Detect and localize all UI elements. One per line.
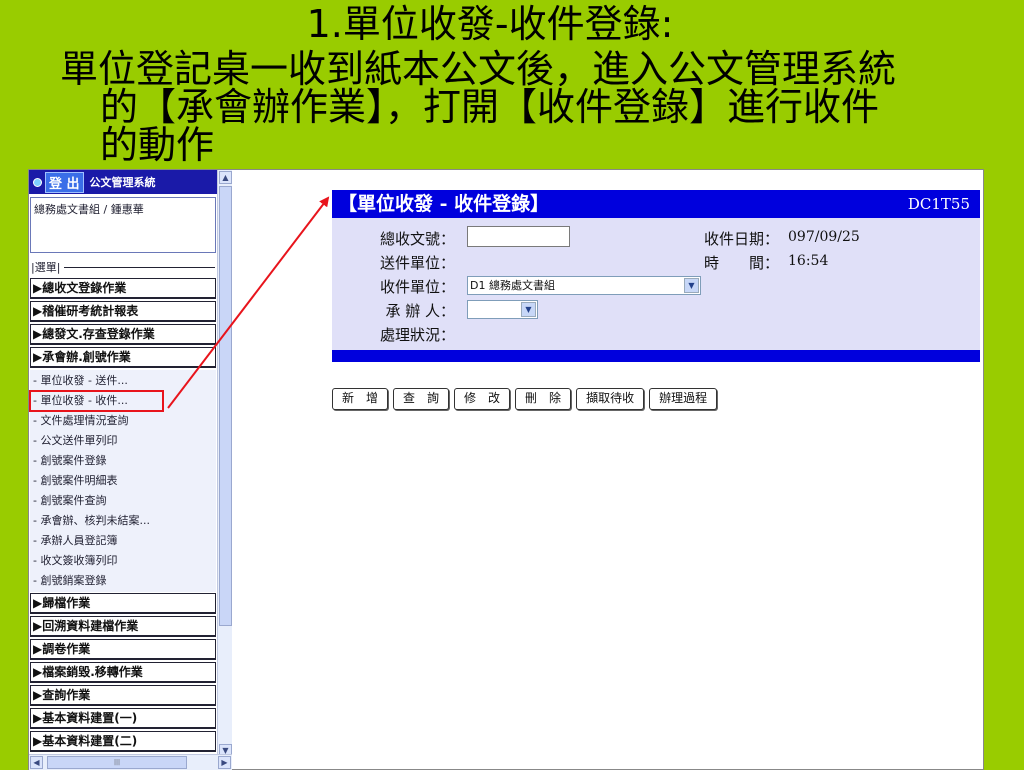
- form-code: DC1T55: [907, 195, 970, 213]
- submenu-list: - 單位收發 - 送件... - 單位收發 - 收件... - 文件處理情況查詢…: [29, 370, 216, 592]
- edit-button[interactable]: 修 改: [454, 388, 511, 410]
- menu-category[interactable]: ▶基本資料建置(二): [30, 731, 216, 752]
- receiver-unit-label: 收件單位：: [379, 278, 455, 296]
- time-label: 時 間：: [704, 254, 780, 272]
- time-value: 16:54: [788, 253, 829, 269]
- slide-body-line-2: 的【承會辦作業】，打開【收件登錄】進行收件: [100, 85, 880, 129]
- submenu-item[interactable]: - 承會辦、核判未結案...: [30, 511, 216, 531]
- menu-category[interactable]: ▶查詢作業: [30, 685, 216, 706]
- submenu-item[interactable]: - 承辦人員登記簿: [30, 531, 216, 551]
- sidebar-vertical-scrollbar[interactable]: ▲ ▼: [217, 170, 233, 758]
- slide-body-line-3: 的動作: [100, 123, 215, 167]
- menu-category[interactable]: ▶歸檔作業: [30, 593, 216, 614]
- slide-title: 1.單位收發-收件登錄:: [306, 2, 674, 46]
- sidebar-header: 登 出 公文管理系統: [29, 170, 217, 194]
- recv-date-value: 097/09/25: [788, 229, 860, 245]
- main-panel: 【單位收發 - 收件登錄】 DC1T55 總收文號： 送件單位： 收件單位： D…: [232, 170, 983, 769]
- user-info: 總務處文書組 / 鍾惠華: [30, 197, 216, 253]
- delete-button[interactable]: 刪 除: [515, 388, 572, 410]
- status-label: 處理狀況：: [379, 326, 455, 344]
- query-button[interactable]: 查 詢: [393, 388, 450, 410]
- fetch-pending-button[interactable]: 擷取待收: [576, 388, 645, 410]
- action-buttons: 新 增 查 詢 修 改 刪 除 擷取待收 辦理過程: [332, 388, 718, 410]
- logout-label: 登 出: [45, 171, 84, 193]
- submenu-item[interactable]: - 文件處理情況查詢: [30, 411, 216, 431]
- submenu-item[interactable]: - 創號銷案登錄: [30, 571, 216, 591]
- process-history-button[interactable]: 辦理過程: [649, 388, 718, 410]
- menu-category[interactable]: ▶檔案銷毀.移轉作業: [30, 662, 216, 683]
- scroll-right-icon[interactable]: ▶: [218, 756, 231, 769]
- handler-label: 承 辦 人：: [385, 302, 455, 320]
- menu-category[interactable]: ▶回溯資料建檔作業: [30, 616, 216, 637]
- submenu-item[interactable]: - 單位收發 - 送件...: [30, 371, 216, 391]
- submenu-item[interactable]: - 收文簽收簿列印: [30, 551, 216, 571]
- chevron-down-icon[interactable]: ▼: [521, 302, 536, 317]
- recv-date-label: 收件日期：: [704, 230, 780, 248]
- chevron-down-icon[interactable]: ▼: [684, 278, 699, 293]
- menu-divider: [64, 266, 215, 268]
- app-window: 登 出 公文管理系統 總務處文書組 / 鍾惠華 |選單| ▶總收文登錄作業 ▶稽…: [28, 169, 984, 770]
- menu-category[interactable]: ▶基本資料建置(一): [30, 708, 216, 729]
- scroll-left-icon[interactable]: ◀: [30, 756, 43, 769]
- receiver-unit-select[interactable]: D1 總務處文書組 ▼: [467, 276, 701, 295]
- scroll-thumb-horizontal[interactable]: |||: [47, 756, 187, 769]
- receiver-unit-value: D1 總務處文書組: [470, 279, 555, 292]
- total-doc-no-label: 總收文號：: [379, 230, 455, 248]
- menu-category-active[interactable]: ▶承會辦.創號作業: [30, 347, 216, 368]
- total-doc-no-input[interactable]: [467, 226, 570, 247]
- receive-form: 總收文號： 送件單位： 收件單位： D1 總務處文書組 ▼ 承 辦 人： ▼ 處…: [332, 218, 980, 362]
- menu-category[interactable]: ▶總發文.存查登錄作業: [30, 324, 216, 345]
- add-button[interactable]: 新 增: [332, 388, 389, 410]
- form-title-bar: 【單位收發 - 收件登錄】 DC1T55: [332, 190, 980, 218]
- menu-category[interactable]: ▶調卷作業: [30, 639, 216, 660]
- slide-body-line-1: 單位登記桌一收到紙本公文後，進入公文管理系統: [60, 47, 897, 91]
- logout-button[interactable]: 登 出: [33, 171, 84, 193]
- menu-category[interactable]: ▶稽催研考統計報表: [30, 301, 216, 322]
- submenu-item[interactable]: - 創號案件登錄: [30, 451, 216, 471]
- sender-unit-label: 送件單位：: [379, 254, 455, 272]
- menu-category[interactable]: ▶總收文登錄作業: [30, 278, 216, 299]
- menu-header: |選單|: [29, 253, 217, 277]
- scroll-thumb[interactable]: [219, 186, 232, 626]
- form-title: 【單位收發 - 收件登錄】: [338, 193, 550, 215]
- handler-select[interactable]: ▼: [467, 300, 538, 319]
- submenu-item[interactable]: - 公文送件單列印: [30, 431, 216, 451]
- menu-label: |選單|: [31, 261, 61, 274]
- submenu-item[interactable]: - 創號案件查詢: [30, 491, 216, 511]
- slide-body: 單位登記桌一收到紙本公文後，進入公文管理系統 的【承會辦作業】，打開【收件登錄】…: [60, 50, 960, 164]
- submenu-item[interactable]: - 創號案件明細表: [30, 471, 216, 491]
- system-name: 公文管理系統: [89, 176, 156, 189]
- scroll-up-icon[interactable]: ▲: [219, 171, 232, 184]
- submenu-item-receive-highlighted[interactable]: - 單位收發 - 收件...: [29, 390, 164, 412]
- logout-icon: [33, 177, 42, 187]
- sidebar: 登 出 公文管理系統 總務處文書組 / 鍾惠華 |選單| ▶總收文登錄作業 ▶稽…: [29, 170, 218, 758]
